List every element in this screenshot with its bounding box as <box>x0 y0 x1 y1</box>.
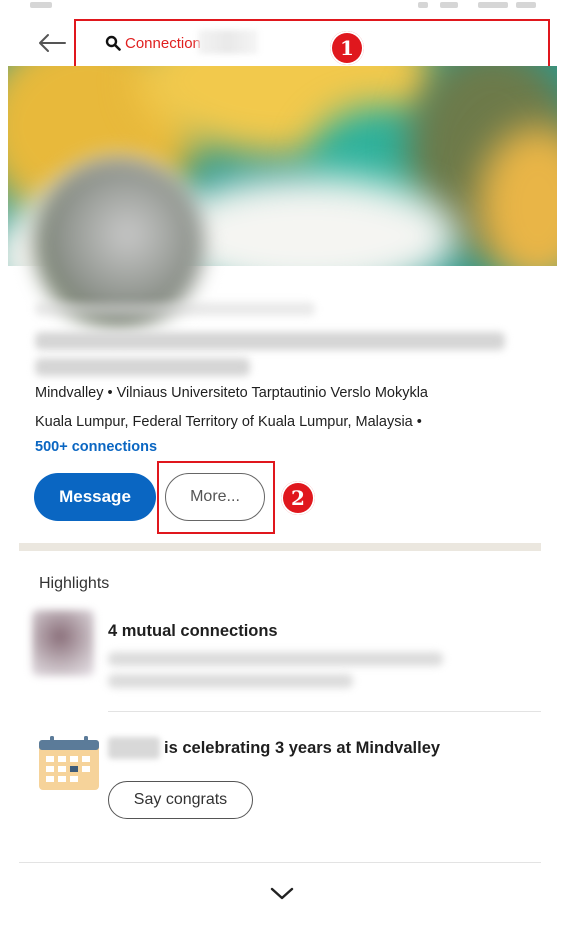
mutual-connections-avatar <box>32 610 94 676</box>
say-congrats-button[interactable]: Say congrats <box>108 781 253 819</box>
section-divider <box>19 543 541 551</box>
item-divider <box>108 711 541 712</box>
arrow-left-icon <box>39 34 66 52</box>
expand-button[interactable] <box>262 878 302 908</box>
status-icon <box>418 2 428 8</box>
work-anniversary-label: is celebrating 3 years at Mindvalley <box>164 738 441 757</box>
redacted-headline <box>35 332 505 350</box>
calendar-icon <box>39 736 99 790</box>
status-bar <box>0 0 565 18</box>
back-button[interactable] <box>32 28 72 58</box>
message-button[interactable]: Message <box>34 473 156 521</box>
redacted-mutual-names <box>108 674 353 688</box>
highlights-title: Highlights <box>39 575 110 592</box>
battery-icon <box>516 2 536 8</box>
status-icon <box>478 2 508 8</box>
connections-link[interactable]: 500+ connections <box>35 439 157 455</box>
mutual-connections-title[interactable]: 4 mutual connections <box>108 622 278 641</box>
status-time <box>30 2 52 8</box>
chevron-down-icon <box>270 887 294 900</box>
work-anniversary-text: is celebrating 3 years at Mindvalley <box>108 737 440 759</box>
redacted-first-name <box>108 737 160 759</box>
profile-location-line: Kuala Lumpur, Federal Territory of Kuala… <box>35 414 422 430</box>
status-icon <box>440 2 458 8</box>
redacted-name <box>35 302 315 316</box>
profile-education-line: Mindvalley • Vilniaus Universiteto Tarpt… <box>35 385 429 401</box>
annotation-box-2 <box>157 461 275 534</box>
redacted-headline <box>35 358 250 376</box>
redacted-mutual-names <box>108 652 443 666</box>
annotation-badge-1: 1 <box>330 31 364 65</box>
section-divider-bottom <box>19 862 541 863</box>
annotation-badge-2: 2 <box>281 481 315 515</box>
